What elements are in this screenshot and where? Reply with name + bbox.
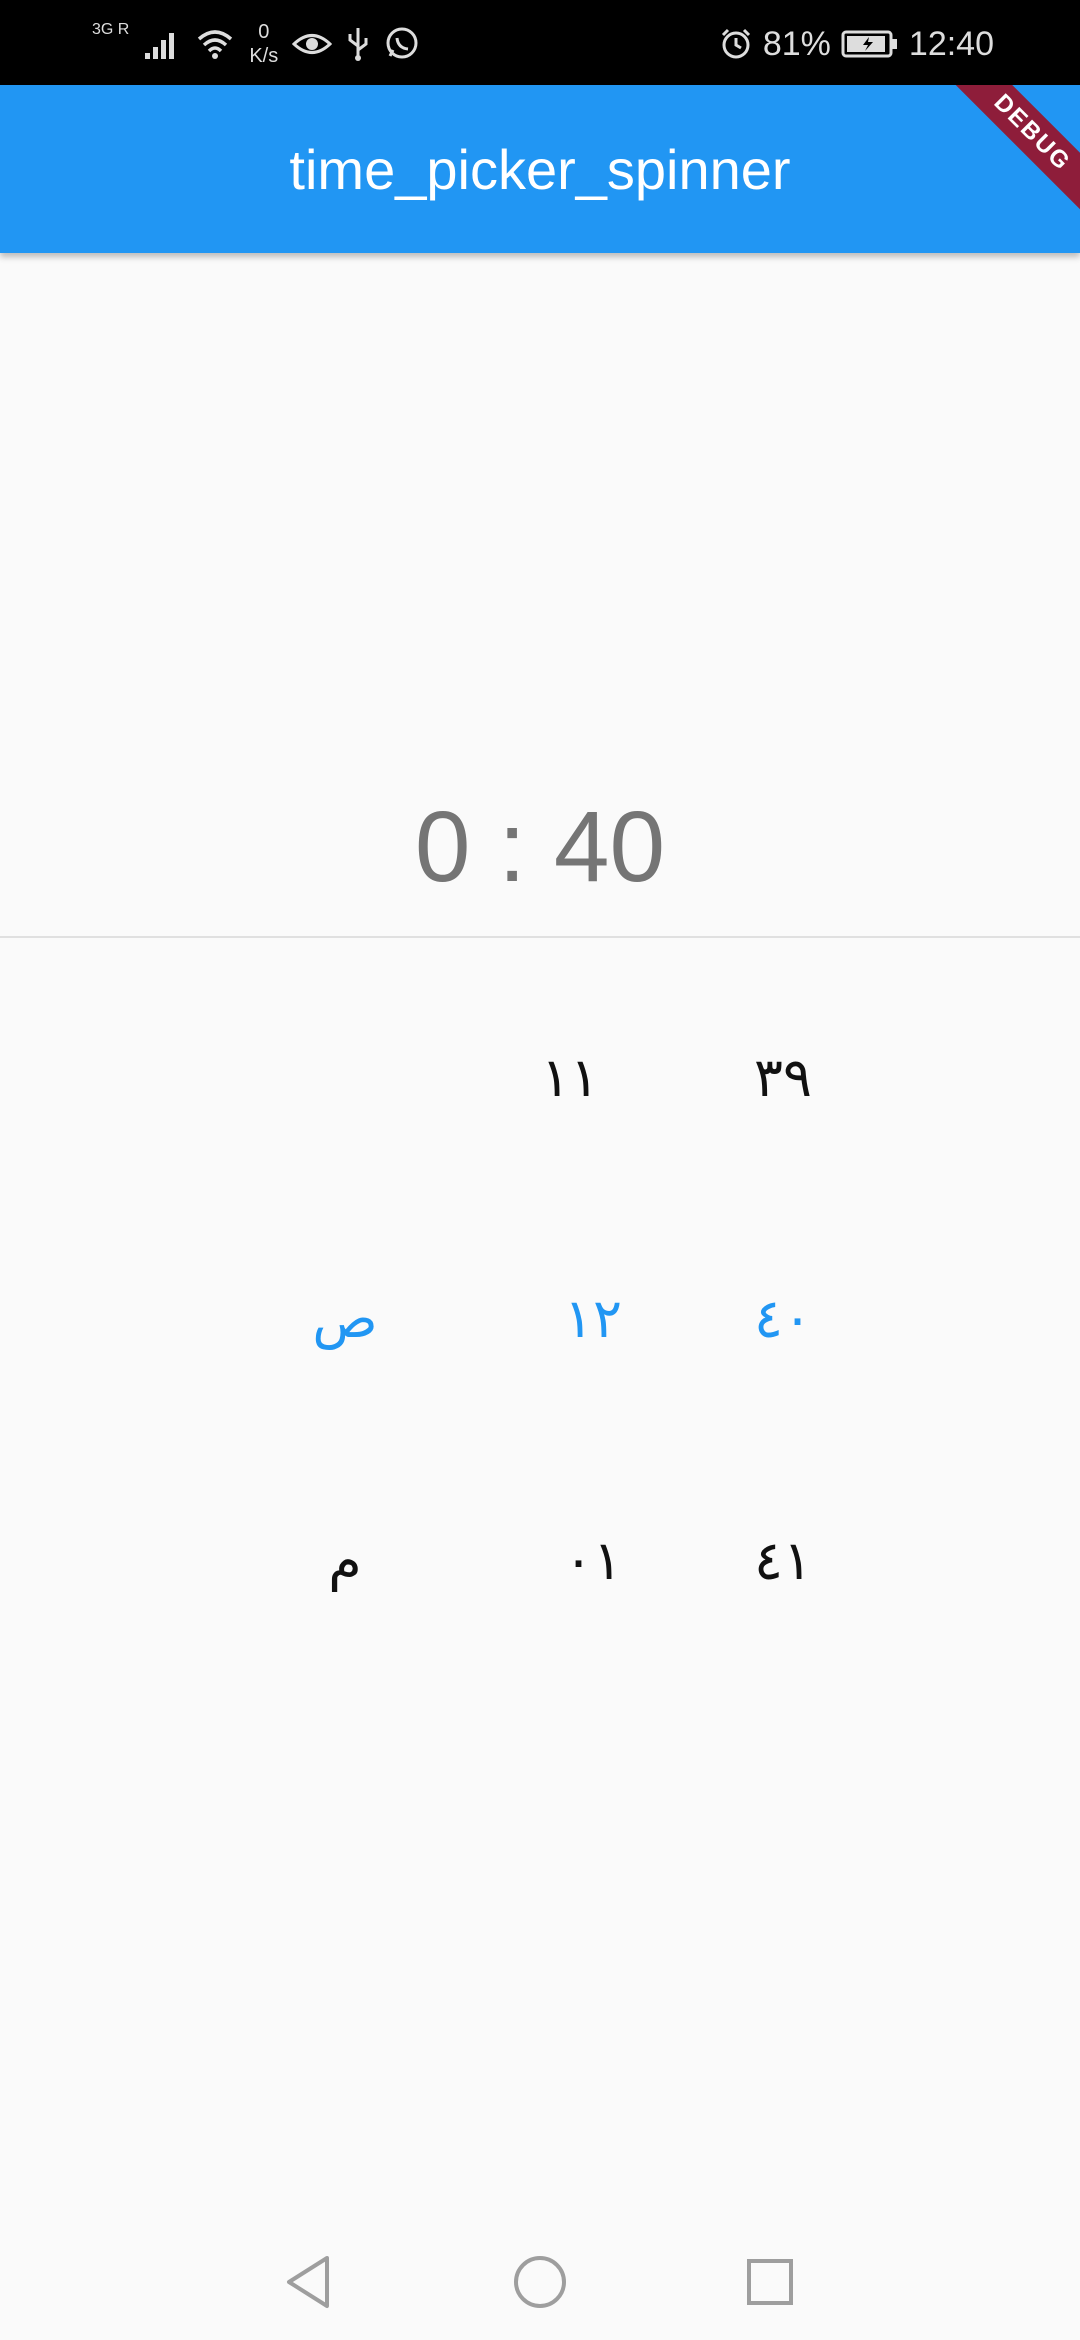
home-icon [514, 2256, 566, 2308]
app-bar: time_picker_spinner DEBUG [0, 85, 1080, 253]
time-display: 0 : 40 [414, 791, 666, 903]
signal-icon [145, 33, 175, 59]
whatsapp-icon [386, 27, 418, 59]
minute-item-below[interactable]: ٤١ [693, 1510, 873, 1610]
period-item-selected[interactable]: ص [255, 1268, 435, 1368]
app-title: time_picker_spinner [289, 137, 791, 201]
recents-icon [747, 2259, 793, 2305]
divider [0, 936, 1080, 938]
eye-icon [292, 34, 333, 54]
speed-unit: K/s [249, 45, 279, 67]
alarm-icon [721, 28, 750, 59]
time-picker-spinner[interactable]: ١١ ٣٩ ص ١٢ ٤٠ م ٠١ ٤١ [0, 1000, 1080, 1600]
status-bar: 3G R 0 K/s 81% 12:40 [0, 0, 1080, 85]
back-button[interactable] [278, 2252, 338, 2312]
battery-percent: 81% [762, 24, 831, 63]
hour-item-below[interactable]: ٠١ [503, 1510, 683, 1610]
network-speed: 0 K/s [249, 20, 278, 68]
network-type: 3G R [92, 21, 130, 38]
speed-value: 0 [258, 21, 270, 43]
period-item-below[interactable]: م [255, 1510, 435, 1610]
minute-item-above[interactable]: ٣٩ [693, 1027, 873, 1127]
hour-item-selected[interactable]: ١٢ [503, 1268, 683, 1368]
wifi-icon [198, 30, 233, 59]
navigation-bar [0, 2220, 1080, 2340]
minute-item-selected[interactable]: ٤٠ [693, 1268, 873, 1368]
recents-button[interactable] [740, 2252, 800, 2312]
back-icon [287, 2256, 329, 2308]
status-time: 12:40 [908, 24, 994, 63]
usb-icon [348, 28, 368, 61]
battery-charging-icon [841, 30, 897, 58]
home-button[interactable] [510, 2252, 570, 2312]
hour-item-above[interactable]: ١١ [480, 1027, 660, 1127]
